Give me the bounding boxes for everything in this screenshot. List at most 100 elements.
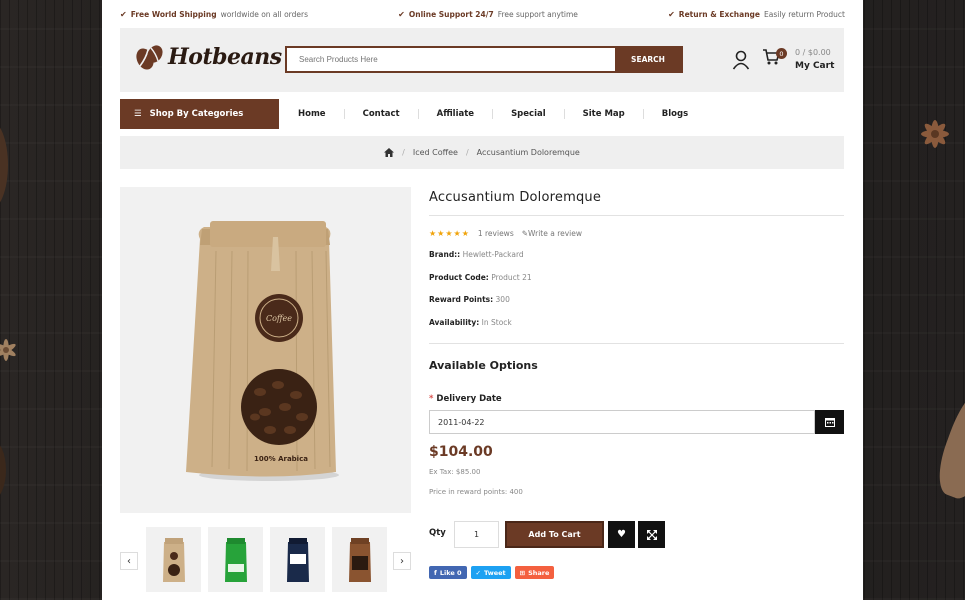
return-title: Return & Exchange — [678, 9, 760, 19]
available-options-heading: Available Options — [429, 359, 538, 372]
thumbnail-image — [224, 537, 247, 582]
shipping-info: ✔ Free World Shipping worldwide on all o… — [120, 8, 308, 20]
facebook-like-label: Like 0 — [439, 568, 462, 577]
reward-points-label: Reward Points: — [429, 295, 494, 304]
divider — [429, 215, 844, 216]
nav-blogs[interactable]: Blogs — [644, 109, 706, 119]
search-button[interactable]: SEARCH — [615, 48, 681, 71]
delivery-date-input[interactable]: 2011-04-22 — [429, 410, 815, 434]
search-bar: SEARCH — [285, 46, 683, 73]
thumbnail-prev-button[interactable]: ‹ — [120, 552, 138, 570]
product-code-label: Product Code: — [429, 273, 489, 282]
my-cart-link[interactable]: My Cart — [795, 61, 834, 71]
check-icon: ✔ — [668, 9, 675, 19]
shipping-text: worldwide on all orders — [220, 9, 308, 19]
support-text: Free support anytime — [497, 9, 578, 19]
breadcrumb-item[interactable]: Iced Coffee — [413, 148, 458, 157]
nav-affiliate[interactable]: Affiliate — [419, 109, 492, 119]
brand-row: Brand:: Hewlett-Packard — [429, 250, 524, 259]
thumbnail-item[interactable] — [332, 527, 387, 592]
check-icon: ✔ — [398, 9, 405, 19]
calendar-icon — [824, 418, 835, 427]
user-icon[interactable] — [732, 50, 750, 70]
brand-value[interactable]: Hewlett-Packard — [463, 250, 524, 259]
expand-icon — [646, 529, 657, 540]
heart-icon: ♥ — [617, 529, 626, 540]
product-code-row: Product Code: Product 21 — [429, 273, 532, 282]
site-logo[interactable]: Hotbeans — [134, 42, 282, 72]
add-to-cart-button[interactable]: Add To Cart — [505, 521, 604, 548]
social-share-row: f Like 0 ✓ Tweet ⊞ Share — [429, 566, 555, 579]
return-info: ✔ Return & Exchange Easily returrn Produ… — [668, 8, 845, 20]
product-main-image[interactable]: Coffee 100% Arabica — [120, 187, 411, 513]
calendar-button[interactable] — [815, 410, 844, 434]
wishlist-button[interactable]: ♥ — [608, 521, 635, 548]
availability-label: Availability: — [429, 318, 480, 327]
nav-special[interactable]: Special — [493, 109, 564, 119]
ex-tax-price: Ex Tax: $85.00 — [429, 468, 481, 476]
rating-row: ★★★★★ 1 reviews ✎Write a review — [429, 229, 582, 238]
return-text: Easily returrn Product — [764, 9, 845, 19]
check-icon: ✔ — [120, 9, 127, 19]
thumbnail-item[interactable] — [270, 527, 325, 592]
menu-icon: ☰ — [134, 109, 142, 119]
cart-total[interactable]: 0 / $0.00 — [795, 48, 831, 57]
nav-home[interactable]: Home — [280, 109, 344, 119]
availability-row: Availability: In Stock — [429, 318, 512, 327]
nav-contact[interactable]: Contact — [345, 109, 418, 119]
product-code-value: Product 21 — [491, 273, 532, 282]
divider — [429, 343, 844, 344]
breadcrumb-separator: / — [465, 148, 469, 157]
write-review-link[interactable]: ✎Write a review — [522, 229, 582, 238]
delivery-date-label: * Delivery Date — [429, 394, 502, 404]
coffee-bean-icon — [136, 45, 163, 70]
tweet-button[interactable]: ✓ Tweet — [470, 566, 511, 579]
cart-count-badge: 0 — [776, 48, 787, 59]
reward-points-value: 300 — [495, 295, 510, 304]
thumbnail-image — [348, 537, 371, 582]
star-anise-icon — [0, 339, 16, 361]
availability-value: In Stock — [481, 318, 512, 327]
logo-text: Hotbeans — [168, 44, 282, 70]
rating-stars: ★★★★★ — [429, 229, 470, 238]
thumbnail-strip: ‹ › — [120, 527, 411, 593]
page-container: ✔ Free World Shipping worldwide on all o… — [102, 0, 863, 600]
compare-button[interactable] — [638, 521, 665, 548]
thumbnail-next-button[interactable]: › — [393, 552, 411, 570]
twitter-icon: ✓ — [475, 568, 481, 577]
shop-by-categories-button[interactable]: ☰ Shop By Categories — [120, 99, 279, 129]
breadcrumb: / Iced Coffee / Accusantium Doloremque — [120, 136, 844, 169]
thumbnail-image — [286, 537, 309, 582]
support-title: Online Support 24/7 — [408, 9, 494, 19]
tweet-label: Tweet — [484, 568, 506, 577]
main-nav: Home Contact Affiliate Special Site Map … — [280, 99, 706, 129]
thumbnail-item[interactable] — [208, 527, 263, 592]
top-info-bar: ✔ Free World Shipping worldwide on all o… — [120, 8, 845, 20]
star-anise-icon — [921, 120, 949, 148]
site-header: Hotbeans SEARCH 0 0 / $0.00 My Cart — [120, 28, 844, 92]
shipping-title: Free World Shipping — [130, 9, 217, 19]
thumbnail-item[interactable] — [146, 527, 201, 592]
share-icon: ⊞ — [519, 568, 526, 577]
product-price: $104.00 — [429, 444, 493, 460]
breadcrumb-item[interactable]: Accusantium Doloremque — [477, 148, 580, 157]
nav-site-map[interactable]: Site Map — [565, 109, 643, 119]
reviews-link[interactable]: 1 reviews — [478, 229, 514, 238]
quantity-input[interactable]: 1 — [454, 521, 499, 548]
reward-points-row: Reward Points: 300 — [429, 295, 510, 304]
product-title: Accusantium Doloremque — [429, 190, 602, 205]
coffee-bag-image: Coffee 100% Arabica — [186, 221, 339, 481]
qty-label: Qty — [429, 528, 446, 538]
write-review-label: Write a review — [528, 229, 582, 238]
reward-points-price: Price in reward points: 400 — [429, 488, 523, 496]
bag-label-text: 100% Arabica — [254, 455, 308, 463]
home-icon[interactable] — [384, 148, 395, 157]
required-marker: * — [429, 394, 434, 404]
bag-badge-text: Coffee — [266, 314, 292, 323]
categories-label: Shop By Categories — [149, 109, 244, 119]
facebook-like-button[interactable]: f Like 0 — [429, 566, 467, 579]
share-button[interactable]: ⊞ Share — [514, 566, 555, 579]
search-input[interactable] — [287, 48, 615, 71]
delivery-date-text: Delivery Date — [436, 394, 502, 404]
share-label: Share — [528, 568, 550, 577]
